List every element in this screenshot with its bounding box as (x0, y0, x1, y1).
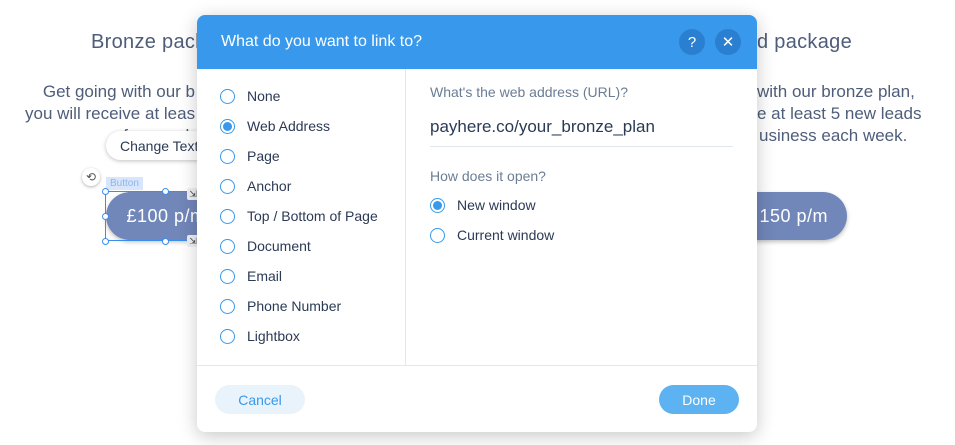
link-type-option-label: Lightbox (247, 328, 300, 344)
close-icon[interactable]: ✕ (715, 29, 741, 55)
radio-button[interactable] (220, 148, 235, 164)
cancel-button[interactable]: Cancel (215, 385, 305, 414)
link-type-option[interactable]: Page (197, 141, 405, 171)
link-type-option[interactable]: None (197, 81, 405, 111)
desc-line: Get going with our b (42, 82, 195, 101)
link-settings-pane: What's the web address (URL)? How does i… (406, 69, 757, 365)
link-type-option[interactable]: Web Address (197, 111, 405, 141)
link-type-option-label: None (247, 88, 281, 104)
open-mode-option[interactable]: Current window (430, 220, 734, 250)
radio-button[interactable] (430, 227, 445, 243)
element-type-tag: Button (106, 177, 143, 190)
link-type-option-label: Web Address (247, 118, 331, 134)
radio-button[interactable] (220, 118, 235, 134)
url-label: What's the web address (URL)? (430, 84, 628, 100)
link-type-option-label: Email (247, 268, 283, 284)
link-type-option[interactable]: Phone Number (197, 291, 405, 321)
radio-button[interactable] (220, 178, 235, 194)
link-type-option-label: Document (247, 238, 311, 254)
open-mode-option[interactable]: New window (430, 190, 734, 220)
radio-button[interactable] (220, 328, 235, 344)
link-type-option-label: Top / Bottom of Page (247, 208, 378, 224)
dialog-header: What do you want to link to? ? ✕ (197, 15, 757, 69)
desc-line: you will receive at leas (25, 104, 195, 123)
package-heading: d package (757, 31, 852, 53)
radio-button[interactable] (220, 88, 235, 104)
package-heading: Bronze pack (91, 31, 206, 53)
radio-button[interactable] (430, 197, 445, 213)
open-mode-label: How does it open? (430, 168, 546, 184)
desc-line: e at least 5 new leads (757, 104, 922, 123)
rotate-icon[interactable]: ⟲ (82, 168, 100, 186)
package-description: with our bronze plan, e at least 5 new l… (757, 81, 921, 147)
desc-line: usiness each week. (759, 126, 908, 145)
open-mode-option-label: Current window (457, 227, 555, 243)
link-type-option-label: Anchor (247, 178, 292, 194)
dialog-title: What do you want to link to? (221, 33, 422, 50)
link-type-option[interactable]: Anchor (197, 171, 405, 201)
radio-button[interactable] (220, 238, 235, 254)
dialog-body: None Web Address Page Anchor Top / Bottom of… (197, 69, 757, 365)
url-input[interactable] (430, 108, 733, 147)
resize-handle[interactable] (162, 238, 169, 245)
radio-button[interactable] (220, 298, 235, 314)
link-dialog: What do you want to link to? ? ✕ None Web… (197, 15, 757, 432)
radio-button[interactable] (220, 208, 235, 224)
desc-line: with our bronze plan, (757, 82, 915, 101)
help-icon[interactable]: ? (679, 29, 705, 55)
link-type-option-label: Phone Number (247, 298, 342, 314)
link-type-option[interactable]: Document (197, 231, 405, 261)
done-button[interactable]: Done (659, 385, 739, 414)
resize-handle[interactable] (102, 188, 109, 195)
resize-handle[interactable] (162, 188, 169, 195)
link-type-list: None Web Address Page Anchor Top / Bottom of… (197, 69, 406, 365)
dialog-footer: Cancel Done (197, 365, 757, 432)
resize-handle[interactable] (102, 213, 109, 220)
radio-button[interactable] (220, 268, 235, 284)
open-mode-option-label: New window (457, 197, 536, 213)
link-type-option[interactable]: Email (197, 261, 405, 291)
link-type-option[interactable]: Lightbox (197, 321, 405, 351)
link-type-option-label: Page (247, 148, 280, 164)
link-type-option[interactable]: Top / Bottom of Page (197, 201, 405, 231)
resize-handle[interactable] (102, 238, 109, 245)
open-mode-options: New window Current window (430, 190, 734, 250)
